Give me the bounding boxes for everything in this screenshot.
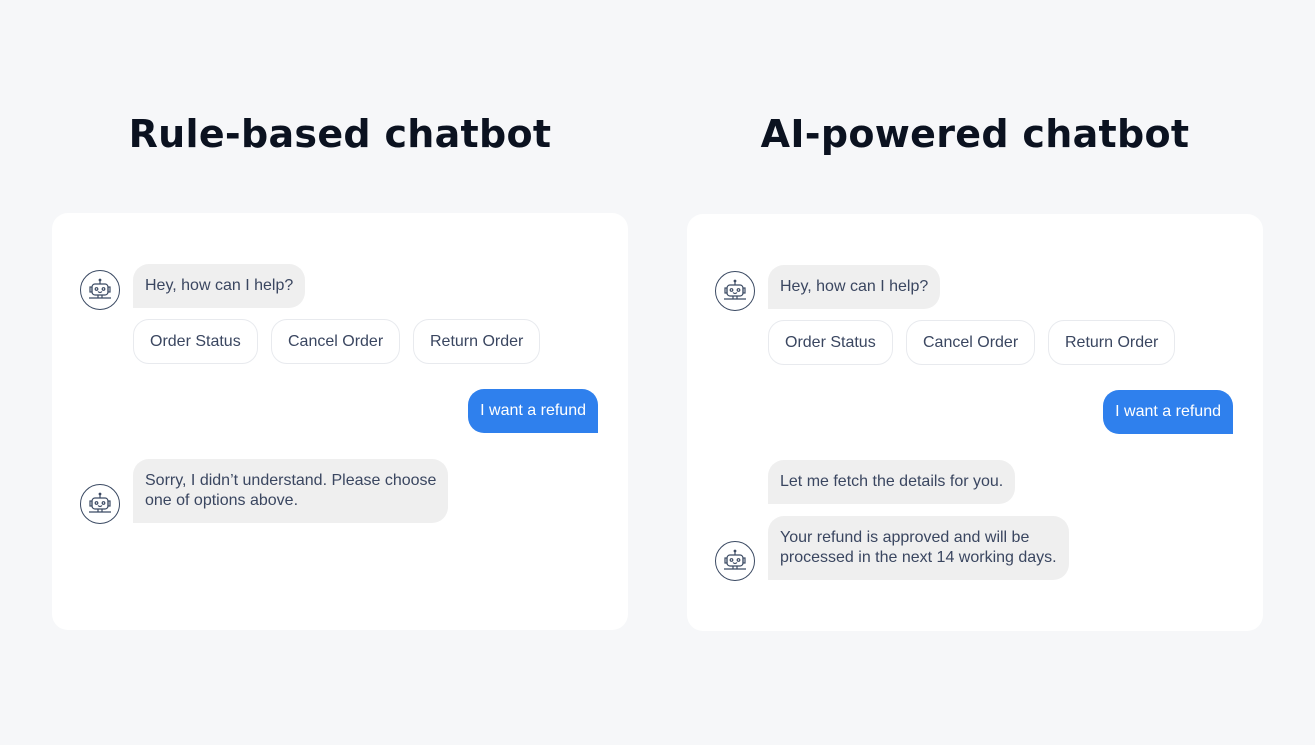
ai-powered-title: AI-powered chatbot xyxy=(760,112,1190,156)
bot-refund-line-2: processed in the next 14 working days. xyxy=(780,549,1057,566)
robot-icon xyxy=(89,278,111,299)
rule-based-chat-panel: Hey, how can I help? Order Status Cancel… xyxy=(52,213,628,630)
quick-reply-order-status[interactable]: Order Status xyxy=(768,320,893,365)
quick-reply-cancel-order[interactable]: Cancel Order xyxy=(906,320,1036,365)
bot-fallback-line-1: Sorry, I didn’t understand. Please choos… xyxy=(145,472,437,489)
bot-refund-line-1: Your refund is approved and will be xyxy=(780,529,1030,546)
robot-icon xyxy=(724,549,746,570)
rule-based-title: Rule-based chatbot xyxy=(128,112,552,156)
bot-greeting-bubble: Hey, how can I help? xyxy=(768,265,941,309)
user-message-bubble: I want a refund xyxy=(468,389,598,433)
robot-icon xyxy=(724,279,746,300)
bot-fallback-line-2: one of options above. xyxy=(145,492,299,509)
quick-reply-cancel-order[interactable]: Cancel Order xyxy=(271,319,401,364)
bot-fetch-bubble: Let me fetch the details for you. xyxy=(768,460,1016,504)
quick-reply-return-order[interactable]: Return Order xyxy=(1048,320,1176,365)
bot-avatar xyxy=(80,484,120,524)
bot-avatar xyxy=(715,541,755,581)
user-message-bubble: I want a refund xyxy=(1103,390,1233,434)
robot-icon xyxy=(89,492,111,513)
bot-refund-approved-bubble: Your refund is approved and will be proc… xyxy=(768,516,1069,580)
quick-reply-order-status[interactable]: Order Status xyxy=(133,319,258,364)
bot-avatar xyxy=(80,270,120,310)
bot-greeting-bubble: Hey, how can I help? xyxy=(133,264,306,308)
quick-reply-return-order[interactable]: Return Order xyxy=(413,319,541,364)
bot-avatar xyxy=(715,271,755,311)
ai-powered-chat-panel: Hey, how can I help? Order Status Cancel… xyxy=(687,214,1263,631)
bot-fallback-bubble: Sorry, I didn’t understand. Please choos… xyxy=(133,459,449,523)
